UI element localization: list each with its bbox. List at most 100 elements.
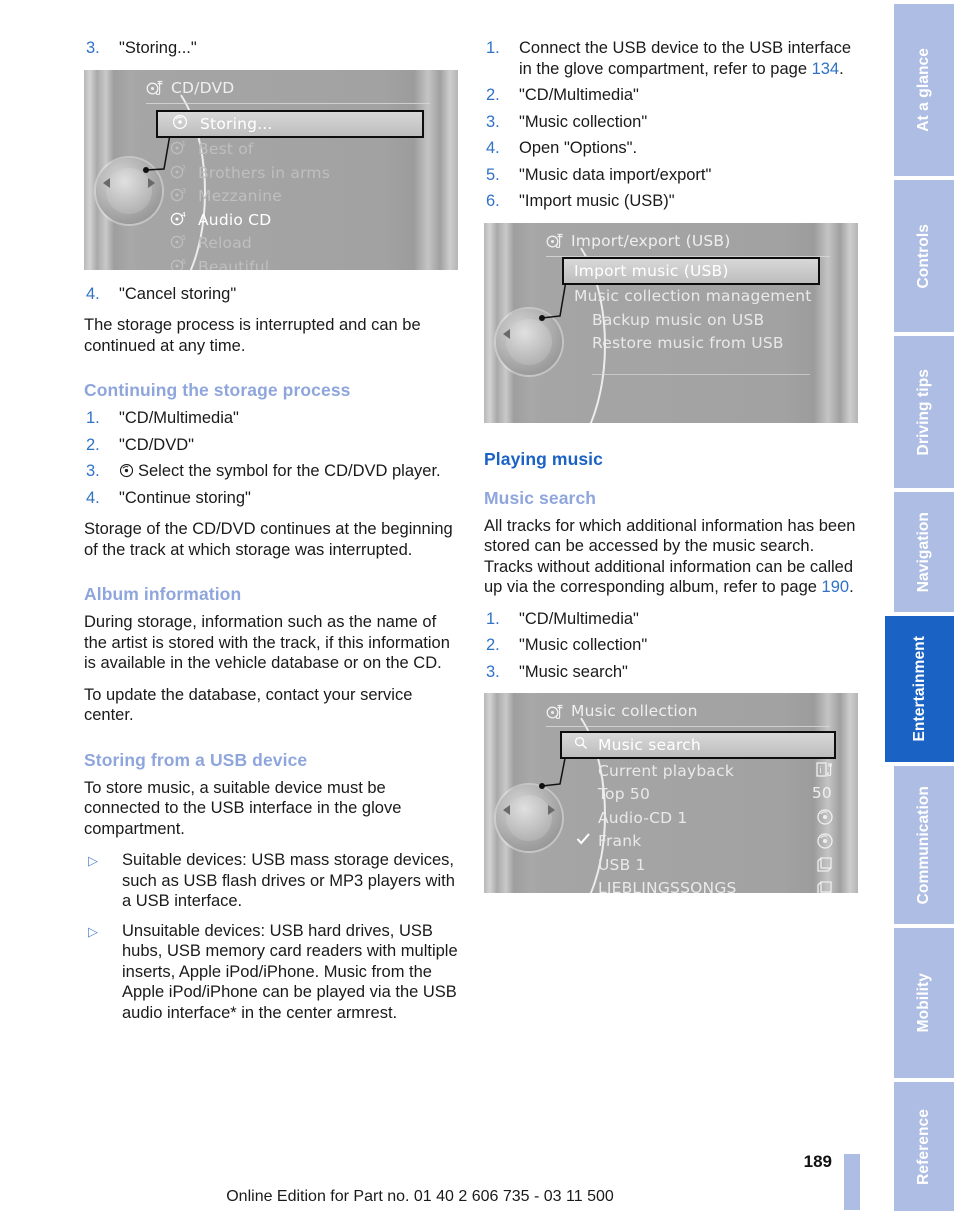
heading-album-information: Album information bbox=[84, 584, 242, 604]
cd-icon bbox=[816, 808, 834, 830]
cd-3-icon: 3 bbox=[170, 186, 190, 206]
list-text: "Music collection" bbox=[519, 112, 648, 131]
menu-row[interactable]: Storing... bbox=[156, 109, 424, 138]
list-text: "CD/DVD" bbox=[119, 435, 194, 454]
idrive-controller-knob[interactable] bbox=[84, 157, 162, 224]
cd-2-icon: 2 bbox=[170, 163, 190, 183]
right-column: 1. Connect the USB device to the USB int… bbox=[484, 38, 859, 907]
sidebar-tab-controls[interactable]: Controls bbox=[894, 180, 954, 332]
list-item: 5. "Music data import/export" bbox=[484, 165, 859, 186]
list-text-after: . bbox=[839, 59, 844, 78]
menu-row[interactable]: LIEBLINGSSONGS bbox=[562, 877, 836, 893]
triangle-bullet-icon: ▷ bbox=[88, 853, 98, 868]
count-badge: 50 bbox=[811, 783, 832, 802]
knob-arrow-right-icon bbox=[148, 177, 155, 188]
list-item: 3. "Storing..." bbox=[84, 38, 459, 59]
menu-row[interactable]: Import music (USB) bbox=[562, 256, 820, 285]
list-text: "CD/Multimedia" bbox=[519, 86, 639, 104]
svg-text:5: 5 bbox=[182, 234, 187, 242]
sidebar-tab-entertainment[interactable]: Entertainment bbox=[885, 616, 954, 762]
menu-row[interactable]: 5 Reload bbox=[158, 232, 424, 256]
knob-inner bbox=[506, 795, 552, 841]
screen-title-row: CD/DVD bbox=[146, 79, 426, 97]
page-reference[interactable]: 190 bbox=[822, 578, 850, 596]
list-item: 3. "Music collection" bbox=[484, 112, 859, 133]
menu-row[interactable]: Backup music on USB bbox=[564, 308, 820, 332]
tab-label: Entertainment bbox=[910, 636, 928, 742]
menu-row[interactable]: 4 Audio CD bbox=[158, 208, 424, 232]
svg-text:i: i bbox=[819, 766, 822, 776]
screenshot-import-export-usb: Import/export (USB) Import music (USB) M bbox=[484, 222, 858, 423]
sidebar-tab-mobility[interactable]: Mobility bbox=[894, 928, 954, 1078]
screen-menu-list: Storing... 1 Best of 2 Brothers in arms bbox=[156, 109, 424, 270]
title-divider bbox=[546, 726, 830, 727]
menu-row[interactable]: Top 50 50 bbox=[562, 783, 836, 807]
list-text: "Cancel storing" bbox=[119, 284, 237, 303]
paragraph-album-2: To update the database, contact your ser… bbox=[84, 685, 413, 725]
sidebar-tab-reference[interactable]: Reference bbox=[894, 1082, 954, 1211]
list-item: 3. "Music search" bbox=[484, 662, 859, 683]
screen-title-row: Import/export (USB) bbox=[546, 232, 826, 250]
knob-arrow-left-icon bbox=[503, 328, 510, 339]
menu-row-label: Backup music on USB bbox=[592, 310, 765, 329]
info-note-icon: i bbox=[816, 761, 834, 783]
sidebar-tab-navigation[interactable]: Navigation bbox=[894, 492, 954, 612]
heading-music-search: Music search bbox=[484, 487, 597, 508]
list-text: "Music collection" bbox=[519, 636, 648, 654]
menu-row[interactable]: Restore music from USB bbox=[564, 332, 820, 356]
svg-text:6: 6 bbox=[182, 258, 187, 266]
sidebar-tab-at-a-glance[interactable]: At a glance bbox=[894, 4, 954, 176]
menu-row[interactable]: 6 Beautiful bbox=[158, 255, 424, 270]
screen-title: Import/export (USB) bbox=[571, 231, 731, 250]
knob-arrow-left-icon bbox=[503, 805, 510, 815]
list-text: "Music data import/export" bbox=[519, 165, 712, 184]
paragraph-music-search: All tracks for which additional informat… bbox=[484, 516, 859, 598]
page-reference[interactable]: 134 bbox=[812, 60, 840, 78]
music-search-steps-list: 1. "CD/Multimedia" 2. "Music collection"… bbox=[484, 609, 859, 683]
sidebar-tab-communication[interactable]: Communication bbox=[894, 766, 954, 924]
sidebar-tab-driving-tips[interactable]: Driving tips bbox=[894, 336, 954, 488]
list-item: 2. "Music collection" bbox=[484, 635, 859, 656]
screenshot-cd-dvd: CD/DVD Storing... 1 Best of 2 Brothers i… bbox=[84, 69, 458, 270]
menu-row[interactable]: 3 Mezzanine bbox=[158, 185, 424, 209]
list-number: 3. bbox=[86, 39, 100, 57]
heading-storing-usb: Storing from a USB device bbox=[84, 749, 308, 770]
idrive-controller-knob[interactable] bbox=[484, 785, 562, 851]
list-number: 4. bbox=[486, 139, 500, 157]
tab-label: Communication bbox=[915, 785, 932, 905]
list-text: Suitable devices: USB mass storage devic… bbox=[122, 851, 455, 910]
folder-icon bbox=[816, 879, 834, 893]
menu-row[interactable]: 1 Best of bbox=[158, 138, 424, 162]
list-number: 3. bbox=[486, 112, 500, 131]
knob-arrow-left-icon bbox=[103, 177, 110, 188]
tab-label: Controls bbox=[915, 223, 932, 289]
left-step-4-list: 4. "Cancel storing" bbox=[84, 284, 459, 305]
tab-label: At a glance bbox=[915, 48, 932, 132]
menu-row-label: Music collection management bbox=[574, 287, 812, 306]
menu-row-label: Music search bbox=[598, 736, 701, 754]
menu-row[interactable]: Audio-CD 1 bbox=[562, 806, 836, 830]
idrive-controller-knob[interactable] bbox=[484, 308, 562, 375]
menu-row[interactable]: Frank bbox=[562, 830, 836, 854]
list-text: "CD/Multimedia" bbox=[119, 409, 239, 427]
tab-label: Mobility bbox=[915, 973, 932, 1033]
menu-row[interactable]: 2 Brothers in arms bbox=[158, 161, 424, 185]
list-text: Open "Options". bbox=[519, 139, 638, 157]
tab-label: Reference bbox=[915, 1108, 932, 1185]
triangle-bullet-icon: ▷ bbox=[88, 923, 98, 939]
section-tab-rail: At a glance Controls Driving tips Naviga… bbox=[885, 0, 954, 1215]
cd-6-icon: 6 bbox=[170, 257, 190, 270]
menu-row[interactable]: Music collection management bbox=[564, 285, 820, 309]
menu-row[interactable]: Current playback i bbox=[562, 759, 836, 783]
tab-label: Navigation bbox=[915, 511, 932, 593]
menu-row[interactable]: Music search bbox=[560, 731, 836, 759]
list-number: 2. bbox=[486, 636, 500, 654]
menu-row[interactable]: USB 1 bbox=[562, 853, 836, 877]
list-number: 1. bbox=[486, 39, 500, 57]
cd-icon bbox=[172, 114, 192, 134]
list-number: 4. bbox=[86, 284, 100, 303]
list-text: Unsuitable devices: USB hard drives, USB… bbox=[122, 921, 458, 1022]
page-number-bar bbox=[844, 1154, 860, 1210]
magnifier-icon bbox=[574, 736, 592, 754]
menu-row-label: Brothers in arms bbox=[198, 163, 330, 182]
